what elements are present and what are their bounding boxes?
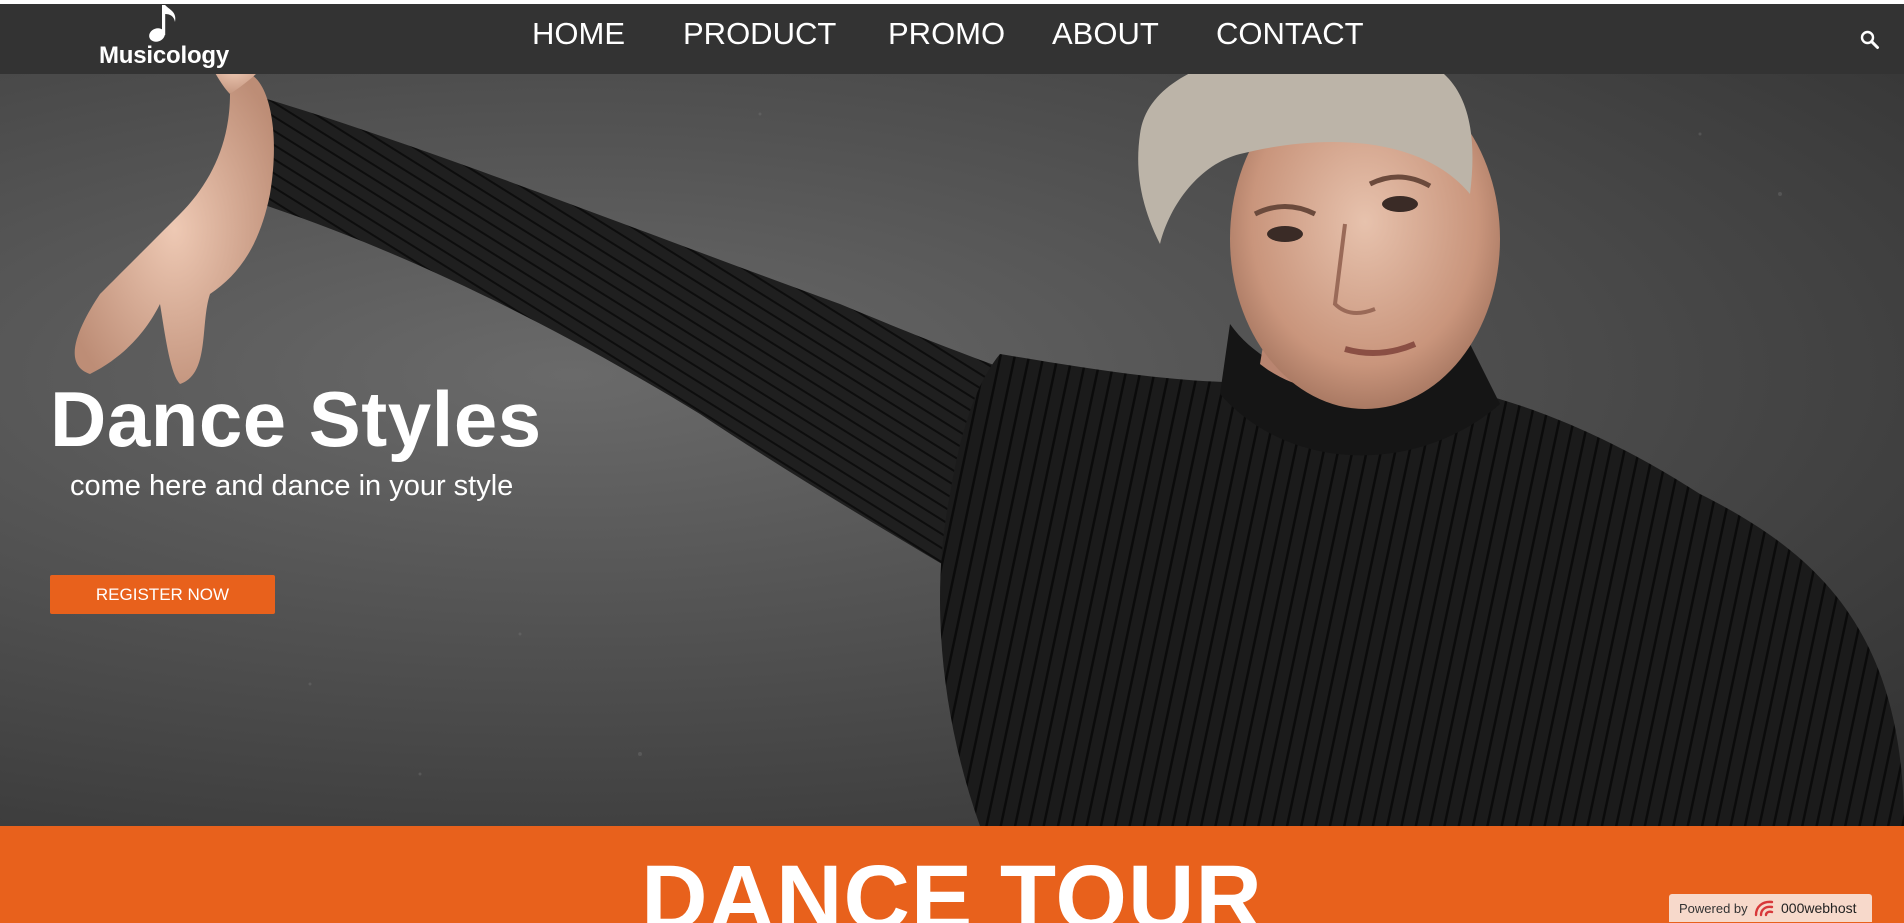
register-now-button[interactable]: REGISTER NOW: [50, 575, 275, 614]
nav-contact[interactable]: CONTACT: [1216, 14, 1364, 54]
nav-product[interactable]: PRODUCT: [683, 14, 836, 54]
dance-tour-title: DANCE TOUR: [641, 847, 1263, 923]
nav-about[interactable]: ABOUT: [1052, 14, 1159, 54]
powered-by-brand: 000webhost: [1781, 900, 1857, 916]
nav-home[interactable]: HOME: [532, 14, 625, 54]
music-note-icon: [149, 5, 176, 42]
brand-name: Musicology: [99, 42, 230, 69]
hero-subtitle: come here and dance in your style: [70, 470, 514, 502]
powered-by-badge[interactable]: Powered by 000webhost: [1669, 894, 1872, 922]
powered-by-label: Powered by: [1679, 901, 1748, 916]
nav-promo[interactable]: PROMO: [888, 14, 1005, 54]
page: Musicology HOME PRODUCT PROMO ABOUT CONT…: [0, 0, 1904, 923]
search-icon[interactable]: [1858, 28, 1882, 52]
webhost-logo-icon: [1754, 900, 1774, 917]
top-nav-bar: Musicology HOME PRODUCT PROMO ABOUT CONT…: [0, 4, 1904, 74]
hero-title: Dance Styles: [50, 375, 542, 463]
brand-logo[interactable]: Musicology: [96, 4, 232, 74]
dance-tour-section: DANCE TOUR: [0, 826, 1904, 923]
hero-banner: Dance Styles come here and dance in your…: [0, 74, 1904, 826]
